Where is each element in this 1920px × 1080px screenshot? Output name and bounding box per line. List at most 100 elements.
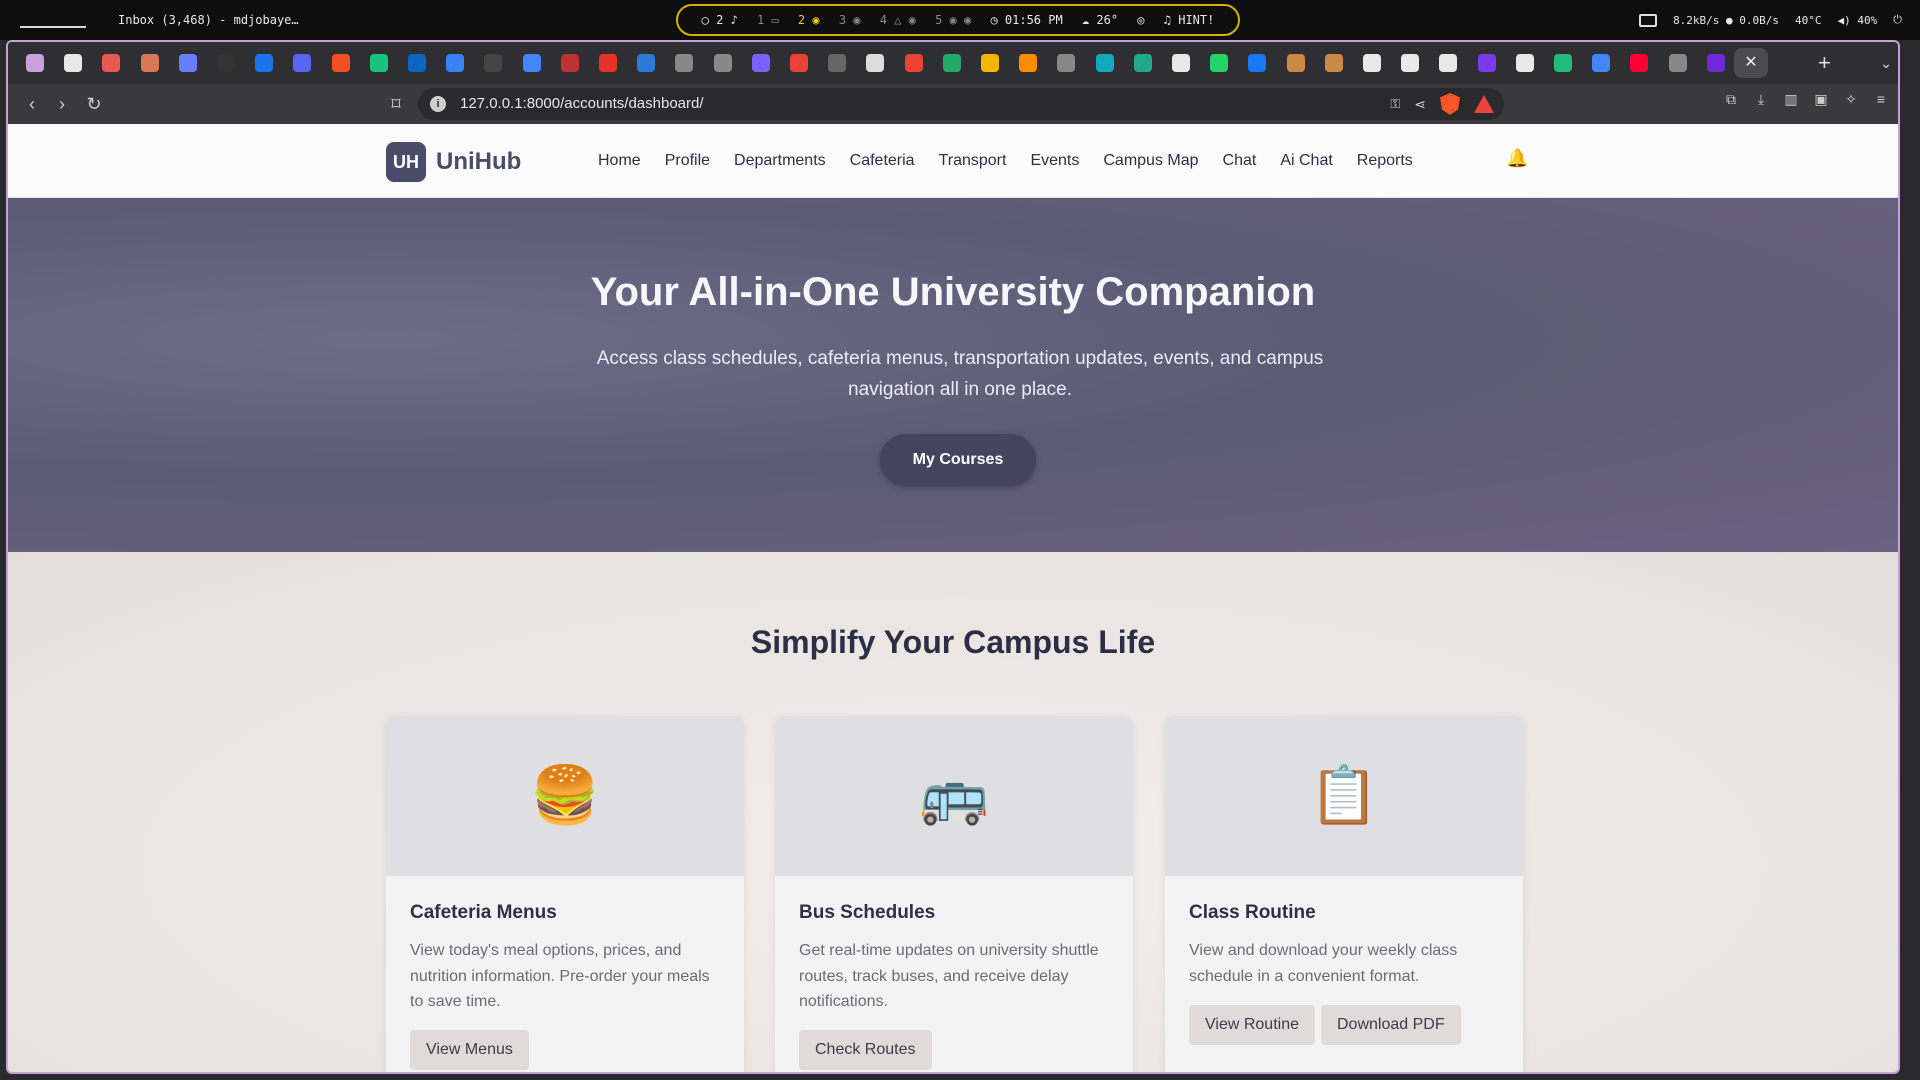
tab-favicon-globe-icon[interactable] — [713, 54, 732, 72]
tab-favicon-outlook-icon[interactable] — [255, 54, 274, 72]
tab-favicon-chatgpt-icon[interactable] — [369, 54, 388, 72]
nav-cafeteria[interactable]: Cafeteria — [850, 152, 915, 170]
tab-favicon-google-icon[interactable] — [790, 54, 808, 72]
tab-list-chevron-icon[interactable]: ⌄ — [1880, 50, 1892, 76]
menu-icon[interactable]: ≡ — [1872, 90, 1890, 108]
share-icon[interactable]: ⋖ — [1414, 96, 1426, 113]
leo-ai-icon[interactable]: ✧ — [1842, 90, 1860, 108]
card-description: View and download your weekly class sche… — [1189, 942, 1458, 985]
tab-favicon-tab-icon[interactable] — [828, 54, 847, 72]
tab-favicon-proton-icon[interactable] — [26, 54, 44, 72]
view-menus-button[interactable]: View Menus — [410, 1030, 529, 1070]
tab-favicon-tab-icon[interactable] — [1477, 54, 1496, 72]
tab-favicon-azure-icon[interactable] — [637, 54, 656, 72]
tab-favicon-notion-icon[interactable] — [1515, 54, 1534, 72]
address-bar[interactable]: i 127.0.0.1:8000/accounts/dashboard/ ⚿ ⋖… — [418, 88, 1504, 120]
tab-favicon-tab-icon[interactable] — [981, 54, 999, 72]
forward-icon[interactable]: › — [48, 90, 76, 118]
tab-favicon-docs-icon[interactable] — [522, 54, 541, 72]
tab-favicon-github-icon[interactable] — [1363, 54, 1381, 72]
download-pdf-button[interactable]: Download PDF — [1321, 1005, 1461, 1045]
tab-favicon-tab-icon[interactable] — [560, 54, 579, 72]
sidebar-icon[interactable]: ▥ — [1782, 90, 1800, 108]
active-tab-close-icon[interactable]: ✕ — [1734, 48, 1768, 78]
tab-favicon-linkedin-icon[interactable] — [408, 54, 426, 72]
nav-departments[interactable]: Departments — [734, 152, 826, 170]
tab-favicon-whatsapp-icon[interactable] — [1210, 54, 1229, 72]
hero-subtitle: Access class schedules, cafeteria menus,… — [596, 348, 1324, 400]
brave-shields-icon[interactable] — [1440, 93, 1460, 115]
tab-favicon-facebook-icon[interactable] — [1248, 54, 1267, 72]
tab-favicon-notion-icon[interactable] — [751, 54, 770, 72]
check-routes-button[interactable]: Check Routes — [799, 1030, 932, 1070]
weather-icon: ☁ — [1081, 13, 1090, 27]
nav-campus-map[interactable]: Campus Map — [1103, 152, 1198, 170]
tab-favicon-claude-icon[interactable] — [140, 54, 159, 72]
tab-favicon-github-icon[interactable] — [1401, 54, 1420, 72]
card-image-area: 📋 — [1165, 716, 1523, 876]
tab-favicon-google-icon[interactable] — [904, 54, 923, 72]
nav-reports[interactable]: Reports — [1357, 152, 1413, 170]
tab-favicon-tab-icon[interactable] — [1324, 54, 1343, 72]
bookmark-icon[interactable]: ⌑ — [382, 90, 410, 118]
workspace-indicator[interactable] — [20, 26, 86, 28]
tab-favicon-mail-icon[interactable] — [178, 54, 197, 72]
extensions-icon[interactable]: ⧉ — [1722, 90, 1740, 108]
tab-favicon-jira-icon[interactable] — [446, 54, 465, 72]
nav-ai-chat[interactable]: Ai Chat — [1280, 152, 1332, 170]
tab-favicon-perplexity-icon[interactable] — [217, 54, 235, 72]
nav-events[interactable]: Events — [1030, 152, 1079, 170]
reload-icon[interactable]: ↻ — [80, 90, 108, 118]
screen-icon[interactable] — [1639, 13, 1658, 27]
power-icon[interactable]: ⏻ — [1893, 13, 1902, 27]
card-title: Cafeteria Menus — [410, 902, 557, 923]
tab-favicon-tab-icon[interactable] — [1706, 54, 1725, 72]
card-description: Get real-time updates on university shut… — [799, 942, 1099, 1010]
tab-favicon-github-icon[interactable] — [64, 54, 83, 72]
new-tab-icon[interactable]: + — [1818, 48, 1831, 78]
card-description: View today's meal options, prices, and n… — [410, 942, 710, 1010]
tab-favicon-tab-icon[interactable] — [1095, 54, 1114, 72]
tab-favicon-youtube-icon[interactable] — [1630, 54, 1649, 72]
tab-favicon-tab-icon[interactable] — [942, 54, 961, 72]
tab-favicon-discord-icon[interactable] — [293, 54, 312, 72]
back-icon[interactable]: ‹ — [18, 90, 46, 118]
tab-favicon-globe-icon[interactable] — [1057, 54, 1076, 72]
url-text[interactable]: 127.0.0.1:8000/accounts/dashboard/ — [460, 88, 704, 120]
nav-home[interactable]: Home — [598, 152, 641, 170]
site-info-icon[interactable]: i — [430, 96, 446, 112]
tab-favicon-github-icon[interactable] — [1172, 54, 1190, 72]
system-top-bar: Inbox (3,468) - mdjobaye… ◯ 2 ♪ 1 ▭ 2 ◉ … — [0, 0, 1920, 40]
nav-transport[interactable]: Transport — [939, 152, 1007, 170]
brave-rewards-icon[interactable]: 1 — [1474, 95, 1494, 113]
tab-favicon-tab-icon[interactable] — [1286, 54, 1305, 72]
nav-chat[interactable]: Chat — [1223, 152, 1257, 170]
tab-favicon-github-icon[interactable] — [1439, 54, 1458, 72]
tab-favicon-tab-icon[interactable] — [1554, 54, 1572, 72]
logo-badge[interactable]: UH — [386, 142, 426, 182]
tab-favicon-tab-icon[interactable] — [599, 54, 617, 72]
tab-favicon-gmail-icon[interactable] — [102, 54, 121, 72]
hero-section: Your All-in-One University Companion Acc… — [8, 198, 1898, 552]
tab-favicon-download-icon[interactable] — [866, 54, 885, 72]
tab-favicon-globe-icon[interactable] — [1668, 54, 1687, 72]
tab-favicon-docs-icon[interactable] — [1592, 54, 1611, 72]
nav-profile[interactable]: Profile — [665, 152, 710, 170]
card-image-area: 🚌 — [775, 716, 1133, 876]
wallet-icon[interactable]: ▣ — [1812, 90, 1830, 108]
my-courses-button[interactable]: My Courses — [880, 434, 1036, 486]
key-icon[interactable]: ⚿ — [1390, 96, 1400, 112]
tab-favicon-microsoft-icon[interactable] — [331, 54, 350, 72]
browser-toolbar: ‹ › ↻ ⌑ i 127.0.0.1:8000/accounts/dashbo… — [8, 84, 1898, 124]
features-title: Simplify Your Campus Life — [750, 624, 1156, 660]
active-window-title[interactable]: Inbox (3,468) - mdjobaye… — [118, 13, 299, 27]
tab-favicon-cloud-icon[interactable] — [1019, 54, 1038, 72]
logo-text[interactable]: UniHub — [436, 142, 521, 182]
card-title: Bus Schedules — [799, 902, 936, 923]
tab-favicon-mail-icon[interactable] — [1133, 54, 1152, 72]
tab-favicon-tab-icon[interactable] — [484, 54, 503, 72]
tab-favicon-globe-icon[interactable] — [675, 54, 694, 72]
view-routine-button[interactable]: View Routine — [1189, 1005, 1315, 1045]
downloads-icon[interactable]: ⤓ — [1752, 90, 1770, 108]
notification-bell-icon[interactable]: 🔔 — [1506, 148, 1528, 169]
